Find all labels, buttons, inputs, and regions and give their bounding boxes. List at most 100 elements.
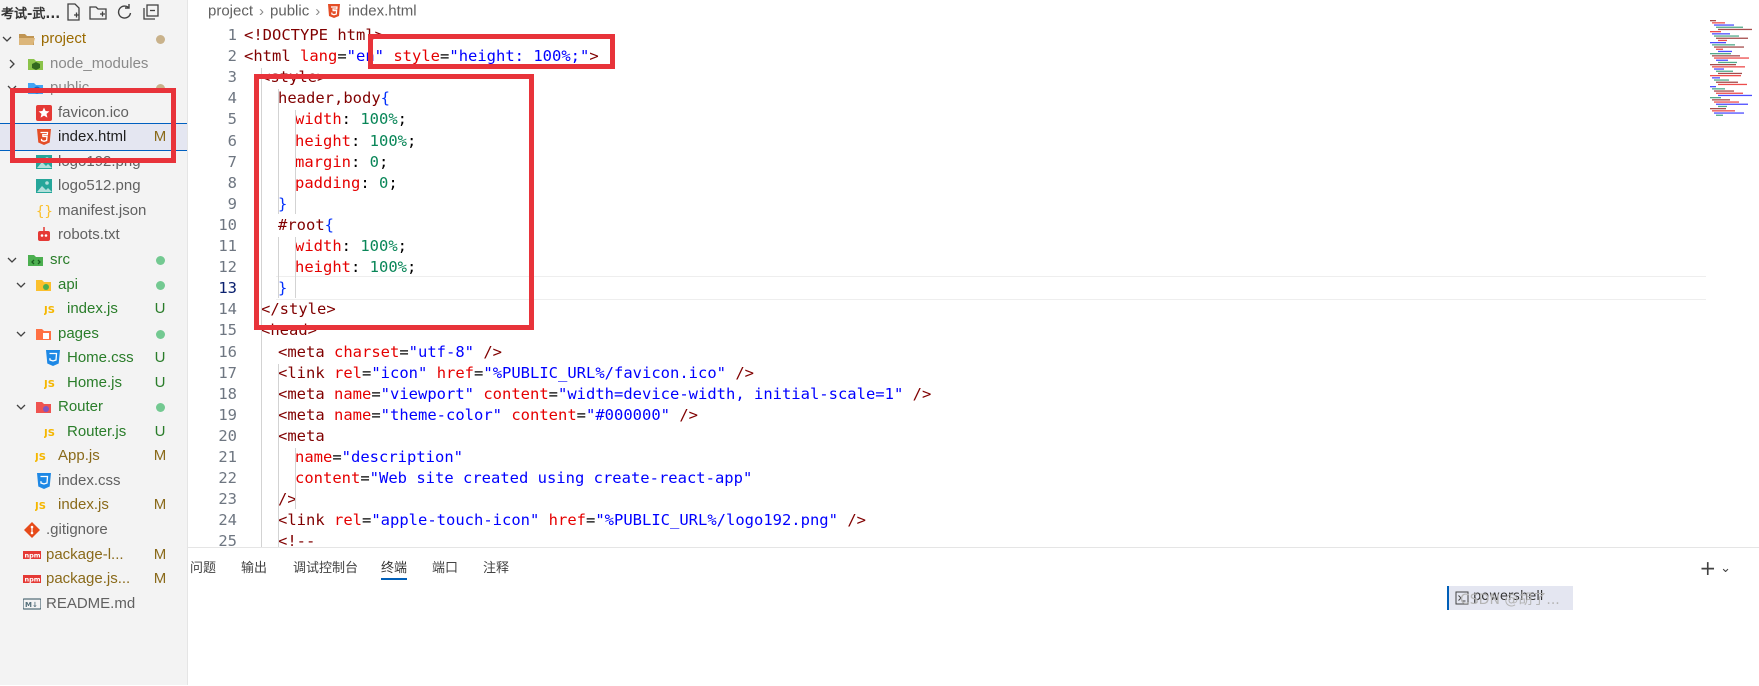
npm-icon: npm (23, 550, 41, 559)
tree-item-pages[interactable]: pages (0, 321, 187, 347)
chevron-down-icon[interactable] (2, 33, 12, 45)
git-status-dot (156, 403, 165, 413)
chevron-down-icon[interactable] (7, 254, 17, 266)
js-icon: JS (44, 305, 55, 316)
minimap-line (1712, 22, 1725, 24)
refresh-icon[interactable] (114, 2, 134, 22)
minimap-line (1716, 81, 1738, 83)
minimap-line (1716, 114, 1723, 116)
minimap-line (1710, 31, 1721, 33)
svg-text:JS: JS (35, 452, 46, 463)
js-icon: JS (44, 379, 55, 390)
tree-item-package-l[interactable]: npm package-l... M (0, 542, 187, 568)
tree-item-label: Home.css (67, 349, 134, 367)
tree-item-api[interactable]: api (0, 272, 187, 298)
minimap-line (1714, 112, 1744, 114)
collapse-all-icon[interactable] (141, 2, 161, 22)
tree-item-router[interactable]: Router (0, 394, 187, 420)
tree-item-logo512-png[interactable]: logo512.png (0, 173, 187, 199)
tree-item-label: robots.txt (58, 226, 120, 244)
minimap-line (1712, 110, 1735, 112)
json-icon: {} (36, 204, 53, 220)
minimap-line (1714, 35, 1739, 37)
js-icon: JS (44, 428, 55, 439)
tree-item-project[interactable]: project (0, 26, 187, 52)
breadcrumb-item-public[interactable]: public (270, 3, 309, 20)
chevron-down-icon[interactable] (16, 279, 26, 291)
svg-text:npm: npm (25, 576, 41, 584)
tree-item-node-modules[interactable]: node_modules (0, 51, 187, 77)
indent-guide (295, 448, 296, 510)
annotation-box-html-style (368, 34, 615, 69)
router-folder-icon (36, 402, 51, 414)
panel-actions: + ⌄ (1699, 556, 1731, 580)
svg-text:JS: JS (44, 305, 55, 316)
minimap[interactable] (1708, 20, 1759, 130)
minimap-line (1712, 33, 1730, 35)
minimap-line (1712, 44, 1735, 46)
pages-folder-icon (36, 328, 51, 340)
annotation-box-style-block (254, 74, 534, 330)
panel-tab-1[interactable]: 输出 (241, 557, 267, 576)
md-icon: M↓ (23, 597, 41, 610)
minimap-line (1714, 90, 1734, 92)
tree-item-label: logo512.png (58, 177, 141, 195)
tree-item-label: index.css (58, 471, 121, 489)
git-status-badge: M (153, 570, 167, 588)
chevron-down-icon[interactable] (16, 328, 26, 340)
tree-item-label: package.js... (46, 570, 131, 588)
git-status-dot (156, 280, 165, 290)
minimap-line (1716, 103, 1748, 105)
minimap-line (1712, 77, 1720, 79)
panel-tab-2[interactable]: 调试控制台 (293, 557, 358, 576)
tree-item-home-css[interactable]: Home.css U (0, 345, 187, 371)
panel-tab-5[interactable]: 注释 (483, 557, 509, 576)
tree-item-index-css[interactable]: index.css (0, 468, 187, 494)
panel-tab-3[interactable]: 终端 (381, 557, 407, 576)
tree-item-index-js[interactable]: JS index.js M (0, 492, 187, 518)
chevron-right-icon: › (315, 2, 321, 20)
tree-item-robots-txt[interactable]: robots.txt (0, 222, 187, 248)
tree-item-label: manifest.json (58, 201, 147, 219)
html5-icon (328, 4, 341, 19)
new-file-icon[interactable] (63, 2, 83, 22)
tree-item-label: Router (58, 398, 104, 416)
minimap-line (1710, 108, 1726, 110)
minimap-line (1718, 61, 1737, 64)
minimap-line (1718, 105, 1727, 108)
breadcrumb-item-project[interactable]: project (208, 3, 253, 20)
new-folder-icon[interactable] (88, 2, 108, 22)
svg-text:{}: {} (36, 204, 53, 220)
tree-item-package-js[interactable]: npm package.js... M (0, 566, 187, 592)
tree-item-router-js[interactable]: JS Router.js U (0, 419, 187, 445)
tree-item-label: pages (58, 324, 99, 342)
tree-item-readme-md[interactable]: M↓ README.md (0, 591, 187, 617)
add-terminal-icon[interactable]: + (1699, 556, 1716, 580)
chevron-down-icon[interactable] (16, 401, 26, 413)
breadcrumb: project › public › index.html (208, 2, 417, 24)
git-status-badge: M (153, 545, 167, 563)
tree-item-home-js[interactable]: JS Home.js U (0, 370, 187, 396)
chevron-right-icon[interactable] (7, 58, 17, 70)
git-status-badge: U (154, 349, 166, 367)
git-status-dot (156, 329, 165, 339)
tree-item-manifest-json[interactable]: {} manifest.json (0, 198, 187, 224)
tree-item-src[interactable]: src (0, 247, 187, 273)
css-icon (46, 350, 60, 367)
tree-item-app-js[interactable]: JS App.js M (0, 443, 187, 469)
git-status-badge: U (154, 373, 166, 391)
js-icon: JS (35, 501, 46, 512)
tree-item-index-js[interactable]: JS index.js U (0, 296, 187, 322)
tree-item-gitignore[interactable]: .gitignore (0, 517, 187, 543)
git-status-badge: U (154, 422, 166, 440)
panel-tab-4[interactable]: 端口 (432, 557, 458, 576)
panel-tab-0[interactable]: 问题 (190, 557, 216, 576)
chevron-down-icon[interactable]: ⌄ (1720, 561, 1731, 576)
minimap-line (1716, 59, 1728, 61)
minimap-line (1716, 37, 1748, 39)
minimap-line (1718, 83, 1747, 86)
breadcrumb-item-file[interactable]: index.html (348, 3, 416, 20)
tree-item-label: index.js (58, 496, 109, 514)
tree-item-label: App.js (58, 447, 100, 465)
minimap-line (1718, 50, 1732, 53)
